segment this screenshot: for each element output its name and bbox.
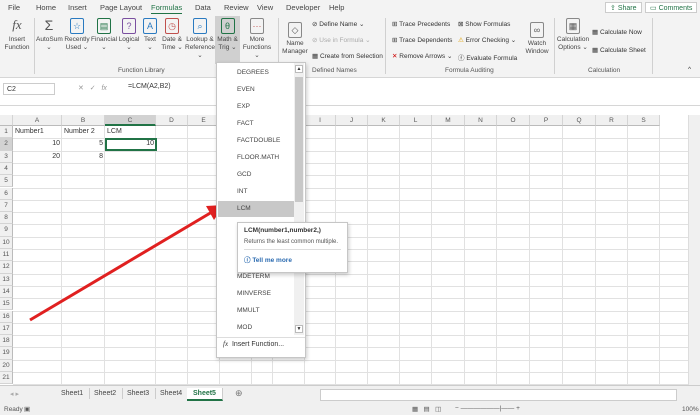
macro-record-icon[interactable]: ▣ bbox=[24, 405, 30, 413]
scroll-up-icon[interactable]: ▲ bbox=[295, 65, 303, 73]
menu-item-even[interactable]: EVEN bbox=[218, 82, 294, 98]
scroll-thumb[interactable] bbox=[295, 77, 303, 202]
menu-item-exp[interactable]: EXP bbox=[218, 99, 294, 115]
tell-me-more-link[interactable]: ⓘ Tell me more bbox=[244, 254, 341, 264]
red-arrow-annotation bbox=[29, 205, 224, 322]
menu-item-factdouble[interactable]: FACTDOUBLE bbox=[218, 133, 294, 149]
menu-item-lcm[interactable]: LCM bbox=[218, 201, 294, 217]
menu-item-gcd[interactable]: GCD bbox=[218, 167, 294, 183]
insert-function-menu-item[interactable]: fx Insert Function... bbox=[223, 340, 284, 348]
horizontal-scrollbar[interactable] bbox=[320, 389, 677, 401]
sheet-tab-sheet3[interactable]: Sheet3 bbox=[121, 388, 157, 399]
zoom-slider[interactable]: − ——————|—— + bbox=[455, 405, 520, 412]
math-trig-dropdown: ▲ ▼ fx Insert Function... DEGREES EVEN EXP… bbox=[216, 62, 306, 358]
menu-item-mod[interactable]: MOD bbox=[218, 320, 294, 336]
menu-item-mmult[interactable]: MMULT bbox=[218, 303, 294, 319]
fx-icon: fx bbox=[223, 340, 229, 348]
sheet-tab-sheet4[interactable]: Sheet4 bbox=[154, 388, 190, 399]
add-sheet-icon[interactable]: ⊕ bbox=[235, 388, 243, 399]
sheet-tab-sheet1[interactable]: Sheet1 bbox=[55, 388, 91, 399]
menu-scrollbar[interactable]: ▲ ▼ bbox=[294, 63, 304, 335]
tooltip-description: Returns the least common multiple. bbox=[244, 239, 341, 250]
status-ready: Ready bbox=[4, 406, 23, 413]
sheet-tab-sheet5[interactable]: Sheet5 bbox=[187, 388, 223, 401]
function-tooltip: LCM(number1,number2,) Returns the least … bbox=[237, 222, 348, 273]
zoom-level: 100% bbox=[682, 406, 699, 413]
menu-item-degrees[interactable]: DEGREES bbox=[218, 65, 294, 81]
menu-item-floor-math[interactable]: FLOOR.MATH bbox=[218, 150, 294, 166]
tooltip-signature: LCM(number1,number2,) bbox=[244, 227, 321, 234]
scroll-down-icon[interactable]: ▼ bbox=[295, 325, 303, 333]
menu-item-int[interactable]: INT bbox=[218, 184, 294, 200]
sheet-nav-arrows[interactable]: ◂ ▸ bbox=[10, 390, 19, 398]
status-bar: Ready ▣ ▦ ▤ ◫ − ——————|—— + 100% bbox=[0, 405, 700, 415]
sheet-tab-bar: ◂ ▸ ⊕ Sheet1 Sheet2 Sheet3 Sheet4 Sheet5 bbox=[0, 385, 700, 405]
menu-item-minverse[interactable]: MINVERSE bbox=[218, 286, 294, 302]
sheet-tab-sheet2[interactable]: Sheet2 bbox=[88, 388, 124, 399]
view-buttons[interactable]: ▦ ▤ ◫ bbox=[412, 405, 441, 413]
divider bbox=[217, 337, 305, 338]
menu-item-fact[interactable]: FACT bbox=[218, 116, 294, 132]
